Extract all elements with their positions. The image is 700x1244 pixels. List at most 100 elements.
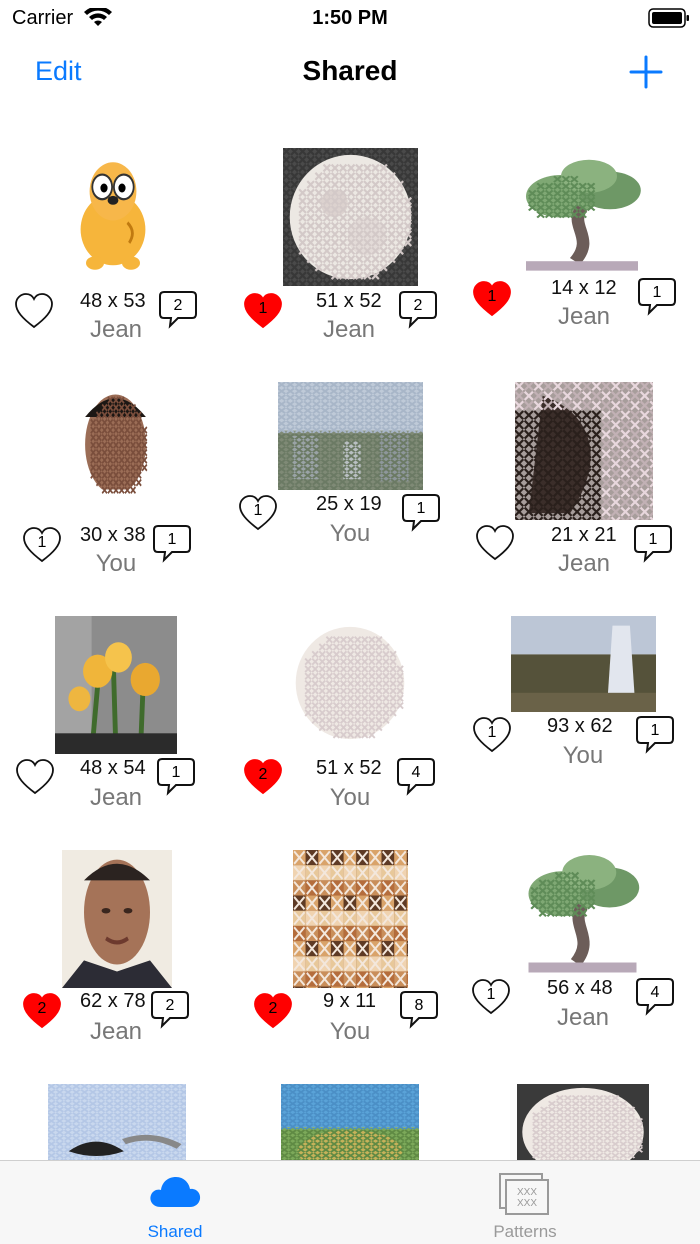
pattern-card[interactable]: 1 93 x 62 You 1 — [467, 598, 700, 832]
comment-bubble-icon[interactable]: 1 — [401, 493, 441, 533]
heart-icon[interactable]: 1 — [471, 978, 511, 1016]
comment-bubble-icon[interactable]: 1 — [152, 524, 192, 564]
heart-filled-icon[interactable]: 1 — [472, 280, 512, 318]
comment-bubble-icon[interactable]: 2 — [158, 290, 198, 330]
heart-icon[interactable] — [15, 758, 55, 796]
pattern-owner: Jean — [557, 550, 611, 577]
pattern-owner: You — [95, 550, 137, 577]
pattern-owner: You — [329, 1018, 371, 1045]
svg-text:XXX: XXX — [517, 1187, 537, 1198]
navigation-bar: Edit Shared — [0, 40, 700, 106]
add-button[interactable] — [628, 54, 664, 90]
like-count: 2 — [268, 1000, 278, 1017]
comment-bubble-icon[interactable]: 1 — [633, 524, 673, 564]
pattern-thumbnail[interactable] — [283, 148, 418, 286]
pattern-card[interactable]: 1 25 x 19 You 1 — [233, 364, 466, 598]
pattern-thumbnail[interactable] — [278, 382, 423, 490]
comment-count: 2 — [165, 997, 175, 1014]
pattern-owner: Jean — [89, 784, 143, 811]
pattern-dimensions: 48 x 53 — [80, 290, 146, 312]
pattern-owner: Jean — [556, 1004, 610, 1031]
like-count: 2 — [258, 766, 268, 783]
pattern-thumbnail[interactable] — [62, 850, 172, 988]
pattern-thumbnail[interactable] — [515, 382, 653, 520]
pattern-dimensions: 51 x 52 — [316, 757, 382, 779]
heart-filled-icon[interactable]: 2 — [253, 992, 293, 1030]
tab-patterns[interactable]: XXX XXX Patterns — [350, 1161, 700, 1244]
battery-icon — [648, 8, 690, 33]
pattern-owner: Jean — [557, 303, 611, 330]
pattern-thumbnail[interactable] — [515, 850, 650, 975]
pattern-card[interactable]: 1 30 x 38 You 1 — [0, 364, 233, 598]
tab-shared[interactable]: Shared — [0, 1161, 350, 1244]
like-count: 1 — [487, 288, 497, 305]
comment-count: 1 — [648, 531, 658, 548]
heart-icon[interactable] — [14, 292, 54, 330]
heart-icon[interactable]: 1 — [22, 526, 62, 564]
like-count: 2 — [37, 1000, 47, 1017]
heart-icon[interactable] — [475, 524, 515, 562]
comment-bubble-icon[interactable]: 4 — [396, 757, 436, 797]
pattern-thumbnail[interactable] — [55, 616, 177, 754]
comment-bubble-icon[interactable]: 2 — [398, 290, 438, 330]
status-time: 1:50 PM — [312, 7, 388, 29]
pattern-card[interactable]: 1 14 x 12 Jean 1 — [467, 130, 700, 364]
pattern-dimensions: 30 x 38 — [80, 524, 146, 546]
comment-count: 1 — [416, 500, 426, 517]
pattern-thumbnail[interactable] — [293, 850, 408, 988]
comment-bubble-icon[interactable]: 8 — [399, 990, 439, 1030]
like-count: 1 — [253, 502, 263, 519]
heart-filled-icon[interactable]: 1 — [243, 292, 283, 330]
pattern-thumbnail[interactable] — [511, 616, 656, 712]
status-bar: Carrier 1:50 PM — [0, 0, 700, 40]
comment-count: 4 — [411, 764, 421, 781]
pattern-card[interactable] — [467, 1066, 700, 1160]
comment-bubble-icon[interactable]: 1 — [156, 757, 196, 797]
pattern-card[interactable]: 2 62 x 78 Jean 2 — [0, 832, 233, 1066]
pattern-owner: You — [562, 742, 604, 769]
tab-shared-label: Shared — [147, 1222, 203, 1241]
pattern-thumbnail[interactable] — [68, 160, 158, 272]
comment-count: 4 — [650, 984, 660, 1001]
pattern-thumbnail[interactable] — [512, 155, 652, 273]
pattern-thumbnail[interactable] — [68, 382, 163, 507]
pattern-card[interactable] — [233, 1066, 466, 1160]
heart-filled-icon[interactable]: 2 — [22, 992, 62, 1030]
pattern-card[interactable]: 2 9 x 11 You 8 — [233, 832, 466, 1066]
pattern-thumbnail[interactable] — [517, 1084, 649, 1160]
like-count: 1 — [486, 986, 496, 1003]
pattern-dimensions: 51 x 52 — [316, 290, 382, 312]
comment-count: 8 — [414, 997, 424, 1014]
svg-text:XXX: XXX — [517, 1198, 537, 1209]
comment-bubble-icon[interactable]: 1 — [637, 277, 677, 317]
comment-bubble-icon[interactable]: 2 — [150, 990, 190, 1030]
comment-count: 1 — [652, 284, 662, 301]
pattern-grid[interactable]: 48 x 53 Jean 2 1 51 x 52 Jean 2 1 14 x 12 Jean 1… — [0, 130, 700, 1160]
pattern-thumbnail[interactable] — [48, 1084, 186, 1160]
heart-icon[interactable]: 1 — [472, 716, 512, 754]
pattern-card[interactable]: 2 51 x 52 You 4 — [233, 598, 466, 832]
pattern-owner: Jean — [322, 316, 376, 343]
pattern-dimensions: 48 x 54 — [80, 757, 146, 779]
patterns-icon: XXX XXX — [498, 1173, 552, 1222]
pattern-card[interactable] — [0, 1066, 233, 1160]
pattern-dimensions: 25 x 19 — [316, 493, 382, 515]
pattern-card[interactable]: 21 x 21 Jean 1 — [467, 364, 700, 598]
like-count: 1 — [258, 300, 268, 317]
heart-icon[interactable]: 1 — [238, 494, 278, 532]
pattern-card[interactable]: 1 51 x 52 Jean 2 — [233, 130, 466, 364]
pattern-card[interactable]: 1 56 x 48 Jean 4 — [467, 832, 700, 1066]
plus-icon — [629, 55, 663, 89]
pattern-thumbnail[interactable] — [281, 1084, 419, 1160]
like-count: 1 — [37, 534, 47, 551]
pattern-owner: You — [329, 784, 371, 811]
pattern-card[interactable]: 48 x 54 Jean 1 — [0, 598, 233, 832]
comment-bubble-icon[interactable]: 4 — [635, 977, 675, 1017]
heart-filled-icon[interactable]: 2 — [243, 758, 283, 796]
pattern-thumbnail[interactable] — [291, 622, 409, 744]
comment-bubble-icon[interactable]: 1 — [635, 715, 675, 755]
pattern-card[interactable]: 48 x 53 Jean 2 — [0, 130, 233, 364]
comment-count: 1 — [167, 531, 177, 548]
pattern-dimensions: 56 x 48 — [547, 977, 613, 999]
pattern-dimensions: 62 x 78 — [80, 990, 146, 1012]
